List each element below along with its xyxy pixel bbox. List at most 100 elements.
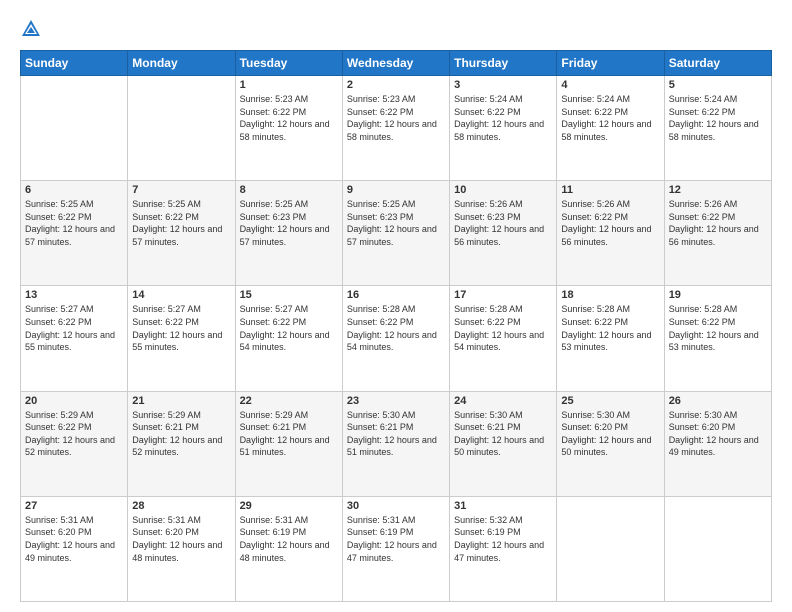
calendar-cell: 31 Sunrise: 5:32 AM Sunset: 6:19 PM Dayli… — [450, 496, 557, 601]
day-info: Sunrise: 5:30 AM Sunset: 6:20 PM Dayligh… — [669, 409, 767, 459]
calendar-cell: 19 Sunrise: 5:28 AM Sunset: 6:22 PM Dayli… — [664, 286, 771, 391]
day-info: Sunrise: 5:26 AM Sunset: 6:22 PM Dayligh… — [561, 198, 659, 248]
day-info: Sunrise: 5:30 AM Sunset: 6:20 PM Dayligh… — [561, 409, 659, 459]
day-number: 8 — [240, 184, 338, 196]
day-number: 3 — [454, 79, 552, 91]
calendar-table: SundayMondayTuesdayWednesdayThursdayFrid… — [20, 50, 772, 602]
day-info: Sunrise: 5:28 AM Sunset: 6:22 PM Dayligh… — [669, 303, 767, 353]
day-info: Sunrise: 5:25 AM Sunset: 6:22 PM Dayligh… — [132, 198, 230, 248]
day-info: Sunrise: 5:27 AM Sunset: 6:22 PM Dayligh… — [25, 303, 123, 353]
logo-icon — [20, 18, 42, 40]
day-info: Sunrise: 5:25 AM Sunset: 6:23 PM Dayligh… — [347, 198, 445, 248]
day-number: 11 — [561, 184, 659, 196]
day-info: Sunrise: 5:31 AM Sunset: 6:19 PM Dayligh… — [347, 514, 445, 564]
day-info: Sunrise: 5:24 AM Sunset: 6:22 PM Dayligh… — [561, 93, 659, 143]
day-number: 15 — [240, 289, 338, 301]
day-number: 16 — [347, 289, 445, 301]
day-info: Sunrise: 5:30 AM Sunset: 6:21 PM Dayligh… — [347, 409, 445, 459]
day-number: 18 — [561, 289, 659, 301]
day-number: 2 — [347, 79, 445, 91]
day-number: 21 — [132, 395, 230, 407]
day-info: Sunrise: 5:24 AM Sunset: 6:22 PM Dayligh… — [669, 93, 767, 143]
calendar-cell: 13 Sunrise: 5:27 AM Sunset: 6:22 PM Dayli… — [21, 286, 128, 391]
day-info: Sunrise: 5:27 AM Sunset: 6:22 PM Dayligh… — [132, 303, 230, 353]
calendar-cell — [21, 76, 128, 181]
day-info: Sunrise: 5:31 AM Sunset: 6:19 PM Dayligh… — [240, 514, 338, 564]
day-info: Sunrise: 5:31 AM Sunset: 6:20 PM Dayligh… — [25, 514, 123, 564]
calendar-cell: 14 Sunrise: 5:27 AM Sunset: 6:22 PM Dayli… — [128, 286, 235, 391]
calendar-cell: 1 Sunrise: 5:23 AM Sunset: 6:22 PM Daylig… — [235, 76, 342, 181]
calendar-cell: 23Sunrise: 5:30 AM Sunset: 6:21 PM Dayli… — [342, 391, 449, 496]
calendar-cell: 29Sunrise: 5:31 AM Sunset: 6:19 PM Dayli… — [235, 496, 342, 601]
calendar-cell: 7 Sunrise: 5:25 AM Sunset: 6:22 PM Daylig… — [128, 181, 235, 286]
calendar-cell: 20 Sunrise: 5:29 AM Sunset: 6:22 PM Dayli… — [21, 391, 128, 496]
calendar-cell: 27 Sunrise: 5:31 AM Sunset: 6:20 PM Dayli… — [21, 496, 128, 601]
col-header-friday: Friday — [557, 51, 664, 76]
calendar-cell: 16 Sunrise: 5:28 AM Sunset: 6:22 PM Dayli… — [342, 286, 449, 391]
calendar-cell: 17 Sunrise: 5:28 AM Sunset: 6:22 PM Dayli… — [450, 286, 557, 391]
col-header-saturday: Saturday — [664, 51, 771, 76]
day-info: Sunrise: 5:30 AM Sunset: 6:21 PM Dayligh… — [454, 409, 552, 459]
col-header-thursday: Thursday — [450, 51, 557, 76]
calendar-cell: 30 Sunrise: 5:31 AM Sunset: 6:19 PM Dayli… — [342, 496, 449, 601]
day-info: Sunrise: 5:27 AM Sunset: 6:22 PM Dayligh… — [240, 303, 338, 353]
calendar-cell: 24 Sunrise: 5:30 AM Sunset: 6:21 PM Dayli… — [450, 391, 557, 496]
calendar-cell: 15 Sunrise: 5:27 AM Sunset: 6:22 PM Dayli… — [235, 286, 342, 391]
day-number: 28 — [132, 500, 230, 512]
day-number: 20 — [25, 395, 123, 407]
calendar-cell: 10 Sunrise: 5:26 AM Sunset: 6:23 PM Dayli… — [450, 181, 557, 286]
calendar-cell: 11 Sunrise: 5:26 AM Sunset: 6:22 PM Dayli… — [557, 181, 664, 286]
day-number: 13 — [25, 289, 123, 301]
day-number: 12 — [669, 184, 767, 196]
calendar-cell: 6 Sunrise: 5:25 AM Sunset: 6:22 PM Daylig… — [21, 181, 128, 286]
header — [20, 18, 772, 40]
day-info: Sunrise: 5:28 AM Sunset: 6:22 PM Dayligh… — [561, 303, 659, 353]
day-number: 6 — [25, 184, 123, 196]
day-info: Sunrise: 5:32 AM Sunset: 6:19 PM Dayligh… — [454, 514, 552, 564]
day-info: Sunrise: 5:26 AM Sunset: 6:22 PM Dayligh… — [669, 198, 767, 248]
day-info: Sunrise: 5:29 AM Sunset: 6:22 PM Dayligh… — [25, 409, 123, 459]
day-info: Sunrise: 5:29 AM Sunset: 6:21 PM Dayligh… — [132, 409, 230, 459]
day-number: 4 — [561, 79, 659, 91]
calendar-cell: 2 Sunrise: 5:23 AM Sunset: 6:22 PM Daylig… — [342, 76, 449, 181]
day-number: 5 — [669, 79, 767, 91]
day-info: Sunrise: 5:31 AM Sunset: 6:20 PM Dayligh… — [132, 514, 230, 564]
day-info: Sunrise: 5:29 AM Sunset: 6:21 PM Dayligh… — [240, 409, 338, 459]
calendar-cell: 3 Sunrise: 5:24 AM Sunset: 6:22 PM Daylig… — [450, 76, 557, 181]
calendar-cell: 4 Sunrise: 5:24 AM Sunset: 6:22 PM Daylig… — [557, 76, 664, 181]
day-number: 19 — [669, 289, 767, 301]
day-info: Sunrise: 5:28 AM Sunset: 6:22 PM Dayligh… — [347, 303, 445, 353]
day-number: 17 — [454, 289, 552, 301]
day-number: 7 — [132, 184, 230, 196]
day-number: 26 — [669, 395, 767, 407]
day-info: Sunrise: 5:28 AM Sunset: 6:22 PM Dayligh… — [454, 303, 552, 353]
day-info: Sunrise: 5:25 AM Sunset: 6:23 PM Dayligh… — [240, 198, 338, 248]
calendar-cell: 18 Sunrise: 5:28 AM Sunset: 6:22 PM Dayli… — [557, 286, 664, 391]
calendar-cell: 12 Sunrise: 5:26 AM Sunset: 6:22 PM Dayli… — [664, 181, 771, 286]
day-number: 30 — [347, 500, 445, 512]
day-number: 1 — [240, 79, 338, 91]
day-number: 25 — [561, 395, 659, 407]
col-header-wednesday: Wednesday — [342, 51, 449, 76]
day-info: Sunrise: 5:25 AM Sunset: 6:22 PM Dayligh… — [25, 198, 123, 248]
calendar-cell: 8 Sunrise: 5:25 AM Sunset: 6:23 PM Daylig… — [235, 181, 342, 286]
calendar-cell: 26 Sunrise: 5:30 AM Sunset: 6:20 PM Dayli… — [664, 391, 771, 496]
col-header-monday: Monday — [128, 51, 235, 76]
day-info: Sunrise: 5:24 AM Sunset: 6:22 PM Dayligh… — [454, 93, 552, 143]
page: SundayMondayTuesdayWednesdayThursdayFrid… — [0, 0, 792, 612]
day-number: 24 — [454, 395, 552, 407]
calendar-cell — [557, 496, 664, 601]
day-number: 14 — [132, 289, 230, 301]
day-info: Sunrise: 5:23 AM Sunset: 6:22 PM Dayligh… — [347, 93, 445, 143]
day-number: 27 — [25, 500, 123, 512]
calendar-cell — [128, 76, 235, 181]
day-info: Sunrise: 5:26 AM Sunset: 6:23 PM Dayligh… — [454, 198, 552, 248]
calendar-cell: 22Sunrise: 5:29 AM Sunset: 6:21 PM Dayli… — [235, 391, 342, 496]
col-header-tuesday: Tuesday — [235, 51, 342, 76]
day-number: 10 — [454, 184, 552, 196]
day-info: Sunrise: 5:23 AM Sunset: 6:22 PM Dayligh… — [240, 93, 338, 143]
day-number: 31 — [454, 500, 552, 512]
col-header-sunday: Sunday — [21, 51, 128, 76]
day-number: 9 — [347, 184, 445, 196]
calendar-cell: 28 Sunrise: 5:31 AM Sunset: 6:20 PM Dayli… — [128, 496, 235, 601]
